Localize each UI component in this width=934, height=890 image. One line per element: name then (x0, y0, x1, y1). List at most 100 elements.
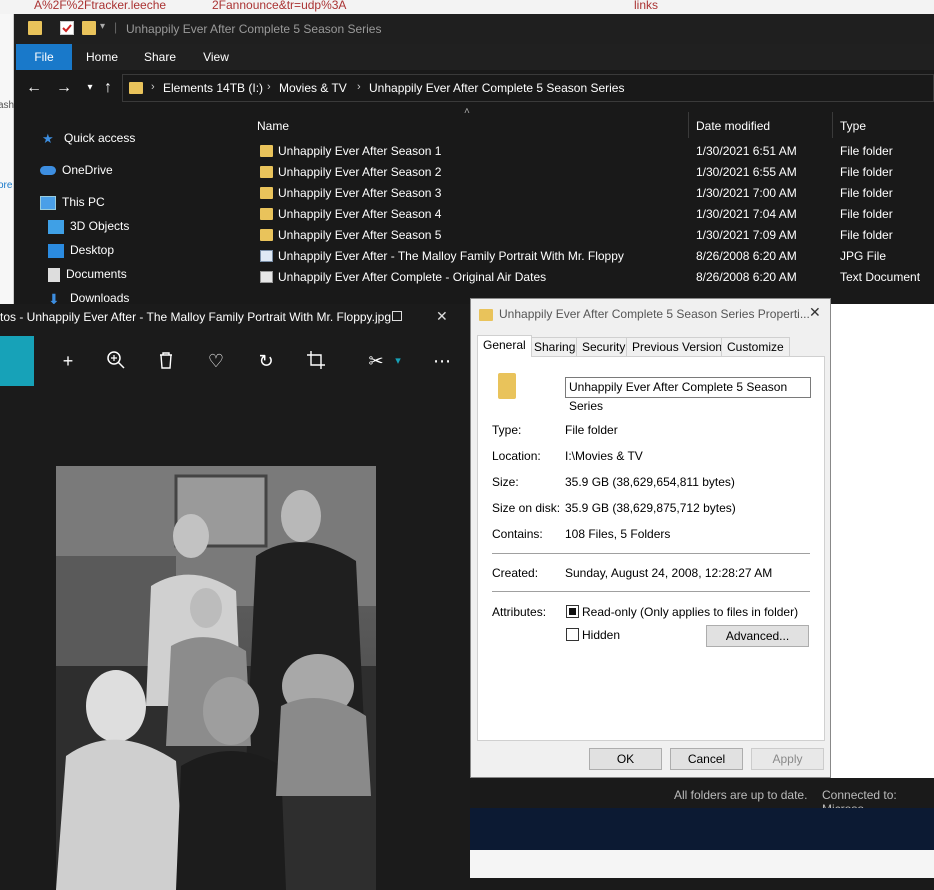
nav-onedrive[interactable]: OneDrive (40, 160, 113, 180)
folder-icon (260, 187, 273, 199)
properties-dialog: Unhappily Ever After Complete 5 Season S… (470, 298, 831, 778)
add-icon[interactable]: + (56, 350, 80, 374)
window-title: Unhappily Ever After Complete 5 Season S… (126, 22, 382, 36)
nav-label: 3D Objects (70, 219, 130, 233)
file-row[interactable]: Unhappily Ever After Season 5 1/30/2021 … (256, 225, 934, 246)
desktop-icon (48, 243, 64, 258)
file-name: Unhappily Ever After Complete - Original… (278, 270, 547, 284)
file-date: 1/30/2021 6:55 AM (696, 165, 797, 179)
tab-security[interactable]: Security (576, 337, 632, 357)
nav-label: Quick access (64, 131, 136, 145)
file-row[interactable]: Unhappily Ever After Season 1 1/30/2021 … (256, 141, 934, 162)
cancel-button[interactable]: Cancel (670, 748, 743, 770)
general-panel: Unhappily Ever After Complete 5 Season S… (477, 356, 825, 741)
chevron-right-icon[interactable]: › (151, 81, 155, 93)
breadcrumb-movies[interactable]: Movies & TV (279, 81, 347, 95)
nav-label: OneDrive (62, 163, 113, 177)
folder-icon (260, 166, 273, 178)
size-value: 35.9 GB (38,629,654,811 bytes) (565, 475, 735, 489)
folder-icon (479, 309, 493, 321)
tab-home[interactable]: Home (78, 44, 126, 70)
advanced-button[interactable]: Advanced... (706, 625, 809, 647)
tab-share[interactable]: Share (136, 44, 184, 70)
file-name: Unhappily Ever After - The Malloy Family… (278, 249, 624, 263)
heart-icon[interactable]: ♡ (204, 350, 228, 374)
close-icon[interactable]: ✕ (809, 304, 821, 321)
file-type: Text Document (840, 270, 921, 284)
rotate-icon[interactable]: ↻ (254, 350, 278, 374)
nav-desktop[interactable]: Desktop (48, 240, 114, 260)
folder-name-input[interactable]: Unhappily Ever After Complete 5 Season S… (565, 377, 811, 413)
photos-viewer-window: tos - Unhappily Ever After - The Malloy … (0, 304, 470, 890)
cloud-icon (40, 166, 56, 176)
bg-status-1: All folders are up to date. (674, 788, 808, 802)
more-icon[interactable]: ⋯ (430, 350, 454, 374)
location-label: Location: (492, 449, 541, 463)
type-value: File folder (565, 423, 618, 437)
nav-documents[interactable]: Documents (48, 264, 127, 284)
edit-tools-icon[interactable]: ✂ (364, 350, 388, 374)
apply-button[interactable]: Apply (751, 748, 824, 770)
file-row[interactable]: Unhappily Ever After Season 3 1/30/2021 … (256, 183, 934, 204)
breadcrumb-series[interactable]: Unhappily Ever After Complete 5 Season S… (369, 81, 624, 95)
chevron-down-icon[interactable]: ▾ (386, 350, 410, 374)
back-arrow-icon[interactable]: ← (24, 78, 44, 98)
tab-sharing[interactable]: Sharing (528, 337, 582, 357)
zoom-in-icon[interactable] (104, 350, 128, 374)
document-icon (48, 267, 60, 282)
folder-icon (260, 229, 273, 241)
close-icon[interactable]: ✕ (436, 308, 448, 325)
title-separator: | (114, 20, 118, 34)
column-divider[interactable] (688, 112, 689, 138)
qat-dropdown-icon[interactable]: ▾ (100, 21, 114, 35)
column-name[interactable]: Name (257, 114, 289, 138)
file-type: File folder (840, 207, 893, 221)
column-date[interactable]: Date modified (696, 114, 770, 138)
type-label: Type: (492, 423, 522, 437)
chevron-right-icon[interactable]: › (267, 81, 271, 93)
file-row[interactable]: Unhappily Ever After Season 4 1/30/2021 … (256, 204, 934, 225)
file-type: JPG File (840, 249, 887, 263)
created-value: Sunday, August 24, 2008, 12:28:27 AM (565, 566, 773, 580)
bg-text-1: A%2F%2Ftracker.leeche (34, 0, 167, 12)
tab-customize[interactable]: Customize (721, 337, 790, 357)
tab-previous-versions[interactable]: Previous Versions (626, 337, 735, 357)
hidden-checkbox[interactable] (566, 628, 579, 641)
column-divider[interactable] (832, 112, 833, 138)
file-date: 1/30/2021 7:04 AM (696, 207, 797, 221)
tab-general[interactable]: General (477, 335, 532, 357)
folder-icon (28, 21, 42, 35)
gallery-icon[interactable] (0, 336, 34, 386)
nav-3d-objects[interactable]: 3D Objects (48, 216, 129, 236)
crop-icon[interactable] (304, 350, 328, 374)
readonly-checkbox[interactable] (566, 605, 579, 618)
background-browser-strip: A%2F%2Ftracker.leeche 2Fannounce&tr=udp%… (0, 0, 934, 14)
tab-file[interactable]: File (16, 44, 72, 70)
hidden-label: Hidden (582, 628, 621, 642)
bg-light-band (470, 850, 934, 878)
ok-button[interactable]: OK (589, 748, 662, 770)
bg-left-text-2: ore (0, 180, 13, 191)
family-portrait-image (56, 466, 376, 890)
nav-this-pc[interactable]: This PC (40, 192, 105, 212)
forward-arrow-icon[interactable]: → (54, 78, 74, 98)
properties-check-icon[interactable] (60, 21, 74, 35)
file-row[interactable]: Unhappily Ever After - The Malloy Family… (256, 246, 934, 267)
chevron-right-icon[interactable]: › (357, 81, 361, 93)
file-row[interactable]: Unhappily Ever After Complete - Original… (256, 267, 934, 288)
nav-label: Desktop (70, 243, 115, 257)
maximize-icon[interactable] (392, 311, 402, 321)
nav-quick-access[interactable]: ★ Quick access (42, 128, 135, 148)
up-arrow-icon[interactable]: ↑ (98, 78, 118, 98)
file-row[interactable]: Unhappily Ever After Season 2 1/30/2021 … (256, 162, 934, 183)
recent-dropdown-icon[interactable]: ▾ (80, 78, 100, 98)
delete-icon[interactable] (154, 350, 178, 374)
breadcrumb-drive[interactable]: Elements 14TB (I:) (163, 81, 263, 95)
column-type[interactable]: Type (840, 114, 866, 138)
cube-icon (48, 219, 64, 234)
new-folder-icon[interactable] (82, 21, 96, 35)
tab-view[interactable]: View (194, 44, 238, 70)
bg-banner (470, 808, 934, 850)
file-name: Unhappily Ever After Season 5 (278, 228, 442, 242)
address-bar[interactable]: › Elements 14TB (I:) › Movies & TV › Unh… (122, 74, 934, 102)
